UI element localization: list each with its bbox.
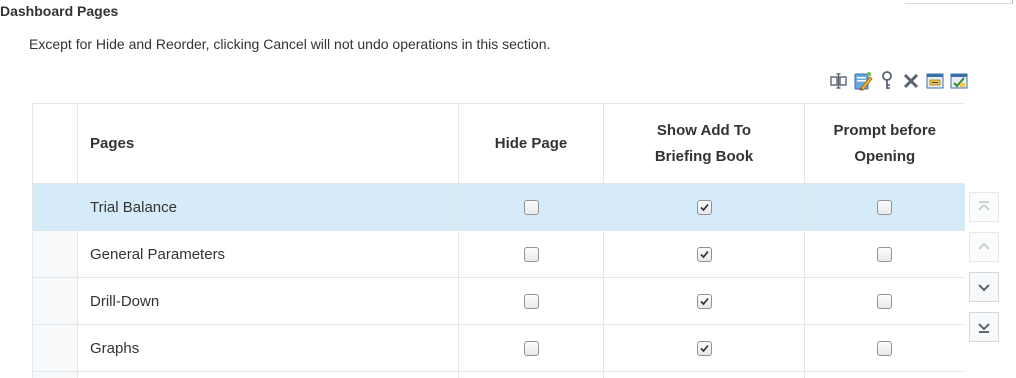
prompt-before-opening-cell bbox=[804, 324, 965, 372]
page-name-cell: Drill-Down bbox=[77, 277, 459, 325]
delete-icon bbox=[903, 73, 919, 89]
move-down-button[interactable] bbox=[969, 272, 999, 302]
show-add-to-briefing-book-cell bbox=[603, 183, 805, 231]
hide-page-checkbox[interactable] bbox=[523, 200, 539, 216]
pages-column-header[interactable]: Pages bbox=[77, 103, 459, 184]
hide-page-checkbox[interactable] bbox=[523, 247, 539, 263]
rename-icon bbox=[830, 73, 847, 89]
hide-page-checkbox[interactable] bbox=[523, 294, 539, 310]
show-add-to-briefing-book-cell bbox=[603, 324, 805, 372]
row-selector[interactable] bbox=[32, 230, 78, 278]
edit-properties-icon bbox=[854, 72, 873, 91]
section-title: Dashboard Pages bbox=[0, 3, 119, 19]
rename-button[interactable] bbox=[828, 70, 850, 92]
print-options-icon bbox=[926, 73, 944, 89]
row-selector[interactable] bbox=[32, 277, 78, 325]
move-to-bottom-icon bbox=[978, 323, 990, 333]
checkmark-icon bbox=[699, 297, 709, 306]
table-header-row: Pages Hide Page Show Add To Briefing Boo… bbox=[32, 103, 965, 184]
show-add-to-briefing-book-checkbox[interactable] bbox=[696, 247, 712, 263]
show-add-to-briefing-book-cell bbox=[603, 277, 805, 325]
table-row[interactable]: Drill-Down bbox=[32, 277, 965, 325]
prompt-before-opening-checkbox[interactable] bbox=[877, 294, 893, 310]
show-add-to-briefing-book-checkbox[interactable] bbox=[696, 341, 712, 357]
hide-page-cell bbox=[458, 324, 604, 372]
permissions-key-icon bbox=[882, 71, 892, 89]
reorder-controls bbox=[969, 192, 999, 342]
prompt-before-opening-cell bbox=[804, 230, 965, 278]
report-links-icon bbox=[950, 73, 968, 89]
chevron-down-icon bbox=[978, 284, 990, 292]
show-add-to-briefing-book-cell bbox=[603, 230, 805, 278]
prompt-before-opening-cell bbox=[804, 183, 965, 231]
checkmark-icon bbox=[699, 203, 709, 212]
table-row[interactable]: General Parameters bbox=[32, 230, 965, 278]
page-name-cell: Trial Balance bbox=[77, 183, 459, 231]
hide-page-cell bbox=[458, 183, 604, 231]
pages-table: Pages Hide Page Show Add To Briefing Boo… bbox=[32, 103, 965, 378]
panel-corner bbox=[905, 0, 1013, 4]
checkmark-icon bbox=[699, 250, 709, 259]
show-add-to-briefing-book-checkbox[interactable] bbox=[696, 200, 712, 216]
table-row[interactable]: Graphs bbox=[32, 324, 965, 372]
report-links-button[interactable] bbox=[948, 70, 970, 92]
prompt-before-opening-checkbox[interactable] bbox=[877, 247, 893, 263]
show-add-to-briefing-book-column-header[interactable]: Show Add To Briefing Book bbox=[603, 103, 805, 184]
hide-page-checkbox[interactable] bbox=[523, 341, 539, 357]
prompt-before-opening-cell bbox=[804, 277, 965, 325]
prompt-before-opening-checkbox[interactable] bbox=[877, 200, 893, 216]
pages-toolbar bbox=[828, 68, 970, 94]
hide-page-column-header[interactable]: Hide Page bbox=[458, 103, 604, 184]
hide-page-cell bbox=[458, 230, 604, 278]
move-up-button[interactable] bbox=[969, 232, 999, 262]
hide-page-cell bbox=[458, 277, 604, 325]
move-to-top-button[interactable] bbox=[969, 192, 999, 222]
row-selector[interactable] bbox=[32, 183, 78, 231]
page-name-cell: General Parameters bbox=[77, 230, 459, 278]
chevron-up-icon bbox=[978, 242, 990, 250]
row-selector-header bbox=[32, 103, 78, 184]
move-to-top-icon bbox=[978, 201, 990, 211]
prompt-before-opening-column-header[interactable]: Prompt before Opening bbox=[804, 103, 965, 184]
header-line: Prompt before bbox=[833, 121, 936, 139]
permissions-button[interactable] bbox=[876, 70, 898, 92]
header-line: Briefing Book bbox=[654, 147, 754, 165]
delete-button[interactable] bbox=[900, 70, 922, 92]
move-to-bottom-button[interactable] bbox=[969, 312, 999, 342]
checkmark-icon bbox=[699, 344, 709, 353]
page-name-cell: Graphs bbox=[77, 324, 459, 372]
print-options-button[interactable] bbox=[924, 70, 946, 92]
header-line: Opening bbox=[854, 147, 916, 165]
row-selector[interactable] bbox=[32, 324, 78, 372]
show-add-to-briefing-book-checkbox[interactable] bbox=[696, 294, 712, 310]
edit-properties-button[interactable] bbox=[852, 70, 874, 92]
header-line: Show Add To bbox=[656, 121, 752, 139]
section-note: Except for Hide and Reorder, clicking Ca… bbox=[29, 36, 551, 52]
prompt-before-opening-checkbox[interactable] bbox=[877, 341, 893, 357]
table-row[interactable]: Trial Balance bbox=[32, 183, 965, 231]
